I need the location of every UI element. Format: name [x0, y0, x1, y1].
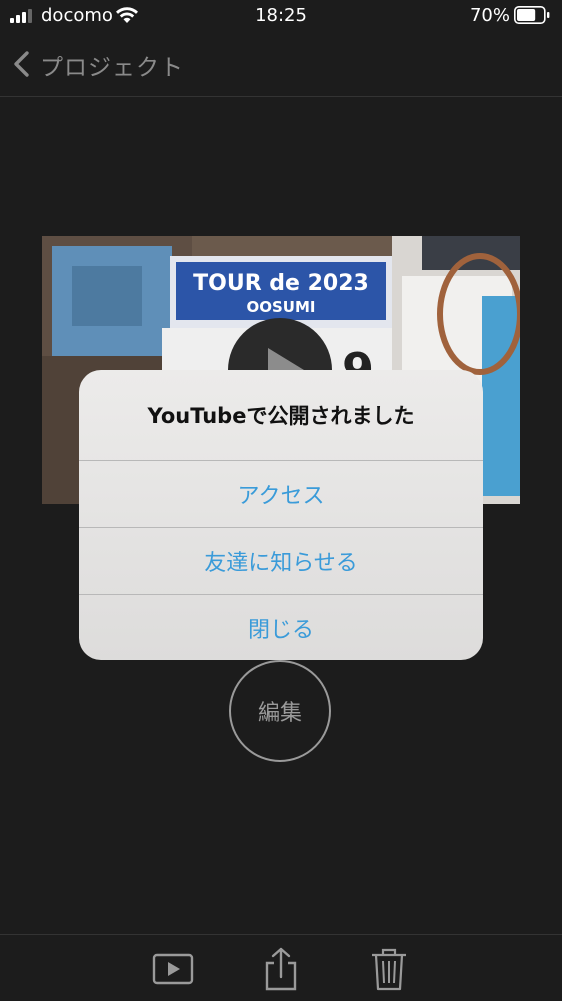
- play-preview-icon[interactable]: [151, 947, 195, 991]
- status-bar: docomo 18:25 70%: [0, 0, 562, 32]
- battery-percent: 70%: [469, 5, 510, 26]
- banner-line2: OOSUMI: [247, 298, 316, 316]
- trash-icon[interactable]: [367, 947, 411, 991]
- battery-icon: [514, 6, 550, 24]
- chevron-left-icon[interactable]: [10, 50, 32, 78]
- banner-line1: TOUR de 2023: [193, 271, 369, 296]
- access-button[interactable]: アクセス: [79, 460, 483, 527]
- back-button[interactable]: プロジェクト: [40, 48, 184, 82]
- bottom-toolbar: [0, 934, 562, 1001]
- alert-title: YouTubeで公開されました: [147, 404, 415, 428]
- navigation-bar: プロジェクト: [0, 32, 562, 97]
- notify-friends-button[interactable]: 友達に知らせる: [79, 527, 483, 594]
- edit-button[interactable]: 編集: [229, 660, 331, 762]
- share-icon[interactable]: [259, 947, 303, 991]
- published-alert: YouTubeで公開されました アクセス 友達に知らせる 閉じる: [79, 370, 483, 660]
- close-button[interactable]: 閉じる: [79, 594, 483, 660]
